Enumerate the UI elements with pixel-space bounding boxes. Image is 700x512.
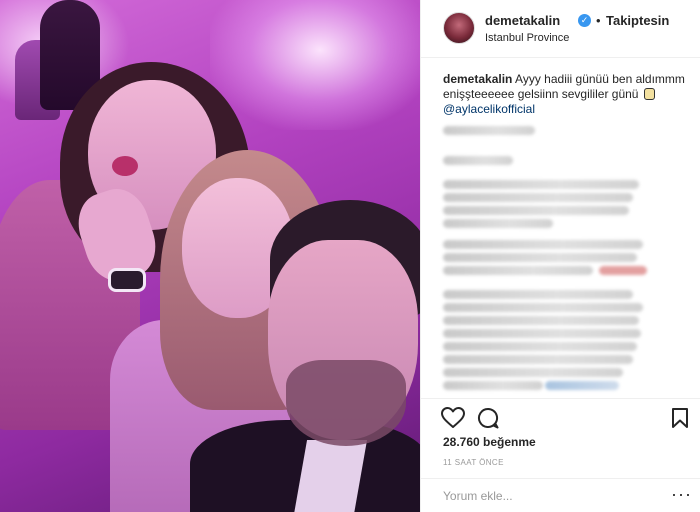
post-caption: demetakalin Ayyy hadiii günüü ben aldımm… — [443, 72, 689, 117]
bookmark-icon[interactable] — [671, 407, 689, 429]
person-beard — [286, 360, 406, 446]
redacted-comment — [443, 240, 643, 249]
redacted-comment — [443, 193, 633, 202]
redacted-comment — [443, 316, 639, 325]
redacted-comment — [443, 381, 543, 390]
verified-badge-icon: ✓ — [578, 14, 591, 27]
following-button[interactable]: Takiptesin — [606, 13, 669, 28]
caption-mention[interactable]: @aylacelikofficial — [443, 102, 535, 116]
redacted-comment — [443, 206, 629, 215]
post-sidebar: demetakalin ✓ • Takiptesin Istanbul Prov… — [420, 0, 700, 512]
person-shirt — [292, 440, 368, 512]
post-photo[interactable] — [0, 0, 420, 512]
redacted-comment — [443, 219, 553, 228]
redacted-mention — [545, 381, 619, 390]
action-bar — [421, 398, 700, 438]
location-link[interactable]: Istanbul Province — [485, 32, 569, 44]
username-link[interactable]: demetakalin — [485, 13, 560, 28]
redacted-comment — [443, 342, 637, 351]
redacted-text — [443, 126, 535, 135]
comment-input[interactable] — [443, 488, 663, 504]
redacted-comment — [443, 180, 639, 189]
separator-dot: • — [596, 13, 601, 28]
redacted-comment — [443, 253, 637, 262]
post-timestamp[interactable]: 11 SAAT ÖNCE — [443, 458, 504, 467]
redacted-comment — [443, 329, 641, 338]
emoji-icon — [643, 88, 655, 100]
redacted-comment — [443, 355, 633, 364]
comment-box: ··· — [421, 478, 700, 512]
caption-username[interactable]: demetakalin — [443, 72, 512, 86]
comment-icon[interactable] — [477, 407, 499, 429]
post-header: demetakalin ✓ • Takiptesin Istanbul Prov… — [421, 0, 700, 58]
redacted-emoji — [599, 266, 647, 275]
redacted-comment — [443, 368, 623, 377]
redacted-comment — [443, 266, 593, 275]
redacted-comment — [443, 290, 633, 299]
smartwatch — [108, 268, 146, 292]
heart-icon[interactable] — [441, 407, 465, 429]
person-lips — [112, 156, 138, 176]
more-options-icon[interactable]: ··· — [671, 484, 692, 505]
redacted-comment — [443, 303, 643, 312]
avatar[interactable] — [443, 12, 475, 44]
redacted-comment — [443, 156, 513, 165]
stage-light — [210, 0, 420, 130]
likes-count[interactable]: 28.760 beğenme — [443, 435, 536, 449]
